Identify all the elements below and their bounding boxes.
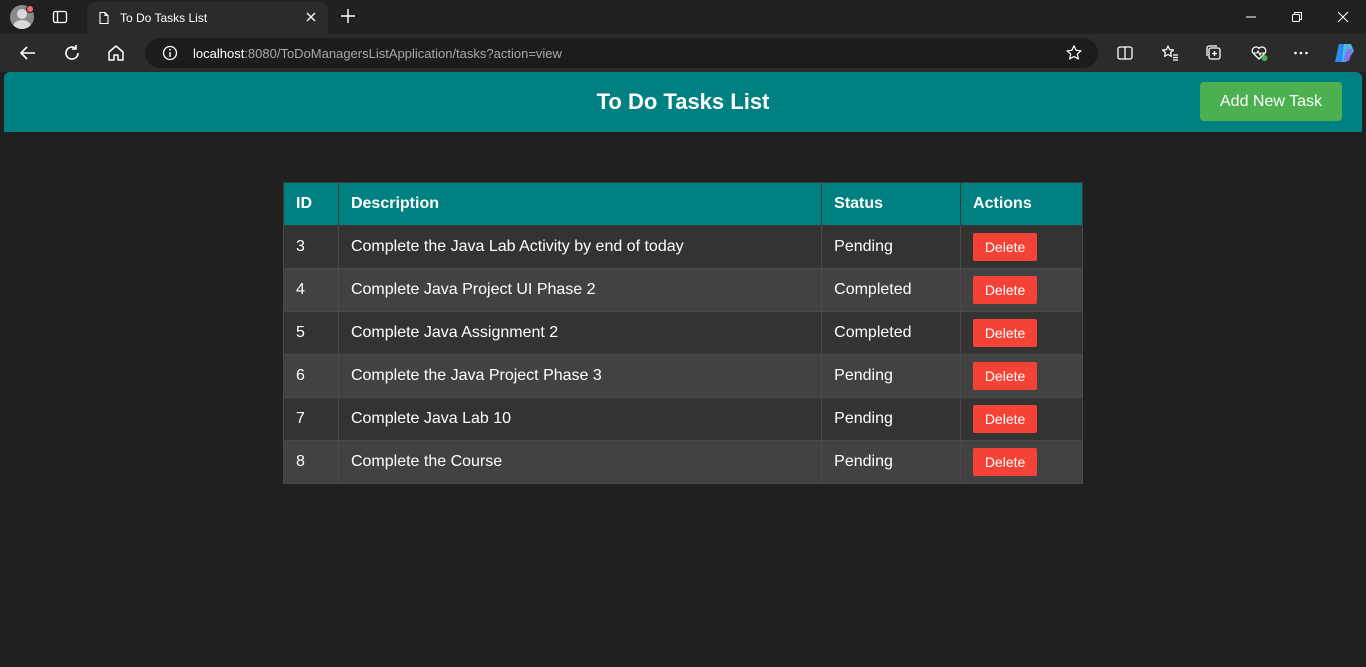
restore-icon	[1292, 12, 1302, 22]
home-icon[interactable]	[106, 43, 126, 63]
task-description: Complete the Java Project Phase 3	[337, 354, 823, 398]
column-header-description: Description	[337, 182, 823, 226]
browser-tab-bar: To Do Tasks List	[0, 0, 1366, 34]
task-id: 6	[283, 354, 339, 398]
tab-actions-icon[interactable]	[52, 9, 68, 25]
task-actions: Delete	[960, 311, 1083, 355]
table-row: 7 Complete Java Lab 10 Pending Delete	[283, 397, 1083, 441]
task-description: Complete Java Assignment 2	[337, 311, 823, 355]
restore-button[interactable]	[1274, 0, 1320, 34]
task-actions: Delete	[960, 354, 1083, 398]
task-id: 7	[283, 397, 339, 441]
favorite-star-icon[interactable]	[1065, 44, 1083, 62]
table-row: 8 Complete the Course Pending Delete	[283, 440, 1083, 484]
tasks-table: ID Description Status Actions 3 Complete…	[283, 182, 1083, 484]
minimize-icon	[1246, 16, 1256, 18]
profile-notification-dot	[26, 5, 34, 13]
url-path: :8080/ToDoManagersListApplication/tasks?…	[244, 46, 562, 61]
address-bar[interactable]: localhost:8080/ToDoManagersListApplicati…	[145, 38, 1098, 68]
task-description: Complete the Course	[337, 440, 823, 484]
url-host: localhost	[193, 46, 245, 61]
delete-button[interactable]: Delete	[973, 362, 1038, 390]
task-actions: Delete	[960, 440, 1083, 484]
browser-toolbar: localhost:8080/ToDoManagersListApplicati…	[0, 34, 1366, 72]
delete-button[interactable]: Delete	[973, 405, 1038, 433]
table-row: 6 Complete the Java Project Phase 3 Pend…	[283, 354, 1083, 398]
delete-button[interactable]: Delete	[973, 276, 1038, 304]
page-viewport: To Do Tasks List Add New Task ID Descrip…	[4, 72, 1362, 667]
task-status: Completed	[821, 268, 962, 312]
task-status: Completed	[821, 311, 962, 355]
task-actions: Delete	[960, 268, 1083, 312]
task-id: 8	[283, 440, 339, 484]
url-text[interactable]: localhost:8080/ToDoManagersListApplicati…	[193, 46, 562, 61]
task-description: Complete Java Project UI Phase 2	[337, 268, 823, 312]
new-tab-icon[interactable]	[340, 8, 356, 24]
page-title: To Do Tasks List	[596, 89, 770, 114]
column-header-id: ID	[283, 182, 339, 226]
add-new-task-button[interactable]: Add New Task	[1200, 82, 1342, 121]
delete-button[interactable]: Delete	[973, 233, 1038, 261]
table-row: 4 Complete Java Project UI Phase 2 Compl…	[283, 268, 1083, 312]
task-description: Complete the Java Lab Activity by end of…	[337, 225, 823, 269]
task-status: Pending	[821, 397, 962, 441]
tab-title: To Do Tasks List	[120, 11, 208, 25]
minimize-button[interactable]	[1228, 0, 1274, 34]
collections-icon[interactable]	[1205, 44, 1223, 62]
task-actions: Delete	[960, 225, 1083, 269]
close-window-button[interactable]	[1320, 0, 1366, 34]
browser-essentials-heart-icon[interactable]	[1250, 44, 1268, 62]
delete-button[interactable]: Delete	[973, 448, 1038, 476]
close-window-icon	[1337, 11, 1349, 23]
browser-tab-active[interactable]: To Do Tasks List	[87, 2, 328, 34]
more-options-icon[interactable]	[1292, 44, 1310, 62]
close-tab-icon[interactable]	[304, 10, 318, 24]
back-arrow-icon[interactable]	[18, 43, 38, 63]
task-status: Pending	[821, 354, 962, 398]
page-header: To Do Tasks List Add New Task	[4, 72, 1362, 132]
task-id: 5	[283, 311, 339, 355]
table-row: 5 Complete Java Assignment 2 Completed D…	[283, 311, 1083, 355]
delete-button[interactable]: Delete	[973, 319, 1038, 347]
column-header-status: Status	[821, 182, 962, 226]
table-row: 3 Complete the Java Lab Activity by end …	[283, 225, 1083, 269]
refresh-icon[interactable]	[62, 43, 82, 63]
page-document-icon	[99, 11, 109, 25]
split-screen-icon[interactable]	[1116, 44, 1134, 62]
task-id: 3	[283, 225, 339, 269]
task-actions: Delete	[960, 397, 1083, 441]
site-info-icon[interactable]	[162, 45, 178, 61]
task-status: Pending	[821, 225, 962, 269]
task-status: Pending	[821, 440, 962, 484]
copilot-icon[interactable]	[1332, 41, 1356, 65]
column-header-actions: Actions	[960, 182, 1083, 226]
table-header-row: ID Description Status Actions	[283, 182, 1083, 226]
favorites-icon[interactable]	[1161, 44, 1179, 62]
task-description: Complete Java Lab 10	[337, 397, 823, 441]
task-id: 4	[283, 268, 339, 312]
